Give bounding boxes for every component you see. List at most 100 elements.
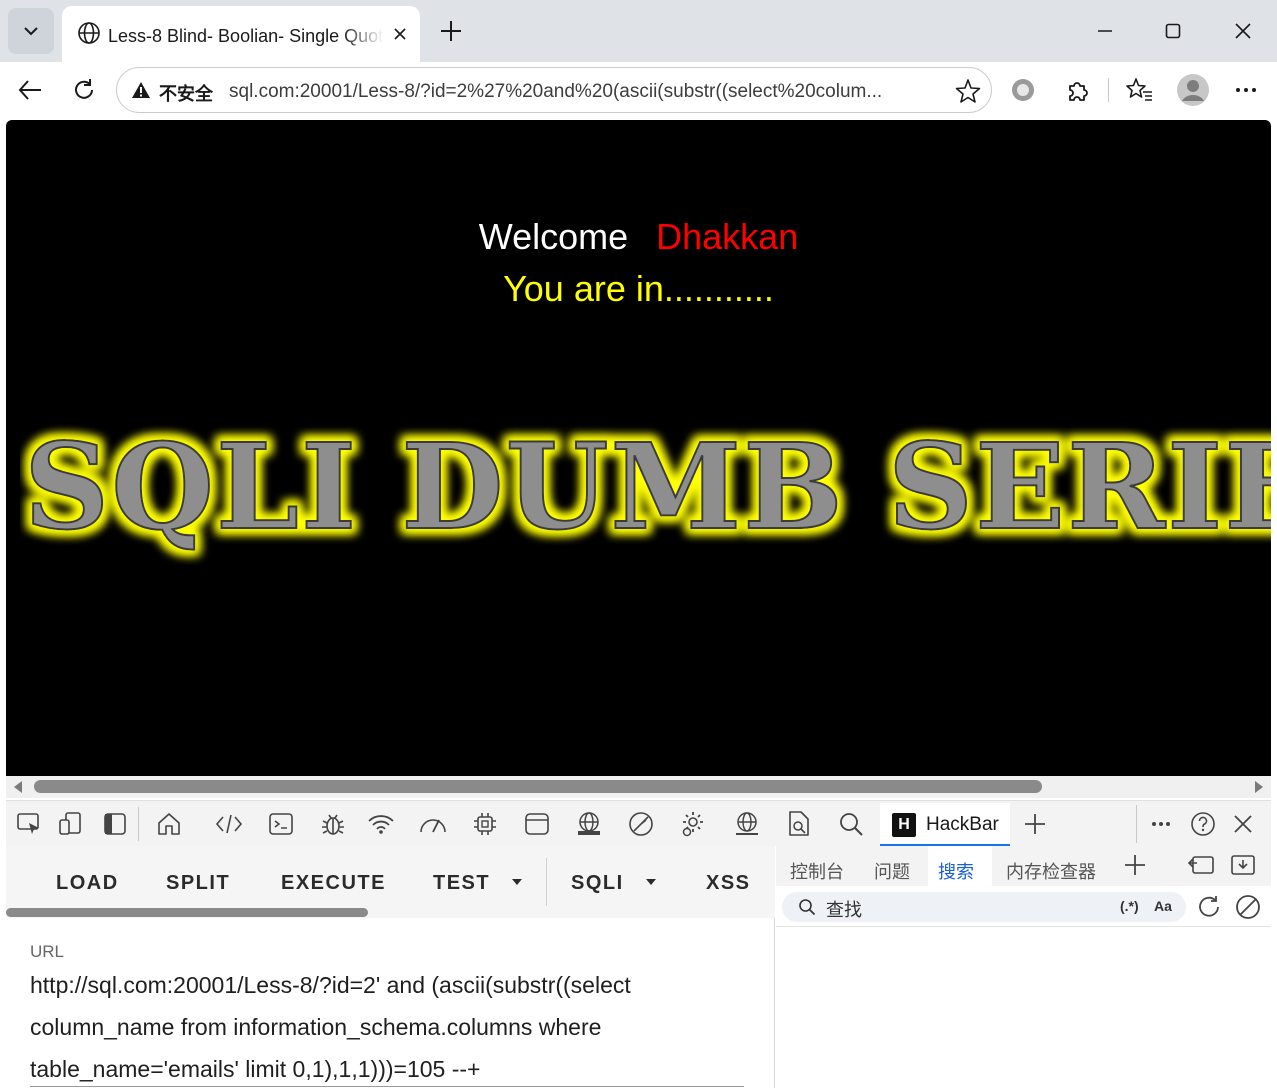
tab-memory-inspector[interactable]: 内存检查器	[1006, 858, 1096, 884]
maximize-icon	[1165, 23, 1181, 39]
hackbar-toolbar-scrollbar[interactable]	[6, 908, 368, 917]
tab-search[interactable]	[836, 809, 866, 839]
tab-sources[interactable]	[318, 809, 348, 839]
minimize-drawer-button[interactable]	[1228, 850, 1258, 880]
address-url[interactable]: sql.com:20001/Less-8/?id=2%27%20and%20(a…	[229, 81, 939, 103]
sqli-dumb-series-banner: SQLI DUMB SERIES	[23, 416, 1271, 557]
window-icon	[525, 813, 549, 835]
dock-side-button[interactable]	[100, 809, 130, 839]
wifi-icon	[368, 815, 394, 834]
tab-close-button[interactable]	[386, 20, 414, 48]
chevron-down-icon	[24, 27, 38, 36]
tab-application[interactable]	[522, 809, 552, 839]
tab-network-conditions[interactable]	[732, 809, 762, 839]
close-devtools-button[interactable]	[1228, 809, 1258, 839]
execute-button[interactable]: EXECUTE	[281, 872, 386, 895]
search-icon	[840, 813, 863, 836]
tab-lighthouse[interactable]	[626, 809, 656, 839]
add-drawer-tab-button[interactable]	[1120, 850, 1150, 880]
hackbar-logo: H	[892, 813, 916, 837]
maximize-button[interactable]	[1148, 12, 1198, 50]
bug-icon	[322, 814, 344, 835]
tab-security[interactable]	[574, 809, 604, 839]
not-secure-label[interactable]: 不安全	[159, 80, 213, 106]
scrollbar-thumb[interactable]	[34, 780, 1042, 793]
globe-network-icon	[736, 812, 758, 835]
inspect-element-button[interactable]	[14, 809, 44, 839]
regex-toggle[interactable]: (.*)	[1120, 898, 1139, 914]
favorites-button[interactable]	[1121, 72, 1157, 108]
test-dropdown-label: TEST	[433, 872, 491, 894]
console-icon	[269, 813, 293, 835]
drawer-divider	[776, 926, 1271, 927]
plus-icon	[441, 21, 461, 41]
device-emulation-button[interactable]	[56, 809, 86, 839]
scroll-left-arrow-icon[interactable]	[14, 781, 22, 793]
split-button[interactable]: SPLIT	[166, 872, 230, 895]
match-case-toggle[interactable]: Aa	[1154, 898, 1172, 914]
favorite-star-icon[interactable]	[955, 78, 981, 104]
globe-icon	[78, 22, 100, 44]
file-search-icon	[789, 811, 809, 836]
sqli-dropdown[interactable]: SQLI	[571, 872, 656, 895]
horizontal-scrollbar[interactable]	[6, 776, 1271, 798]
tab-welcome[interactable]	[154, 809, 184, 839]
reload-button[interactable]	[66, 72, 102, 108]
tab-search-drawer[interactable]: 搜索	[928, 846, 992, 886]
tab-list-button[interactable]	[8, 8, 54, 54]
tab-search-files[interactable]	[784, 809, 814, 839]
refresh-search-button[interactable]	[1194, 892, 1224, 922]
tab-elements[interactable]	[214, 809, 244, 839]
login-status-text: You are in...........	[503, 268, 774, 309]
search-placeholder: 查找	[826, 900, 862, 920]
more-tools-button[interactable]	[1020, 809, 1050, 839]
welcome-line: Welcome Dhakkan	[6, 216, 1271, 258]
load-button[interactable]: LOAD	[56, 872, 119, 895]
address-bar[interactable]: 不安全 sql.com:20001/Less-8/?id=2%27%20and%…	[116, 67, 992, 113]
more-horizontal-icon	[1152, 822, 1170, 826]
chip-icon	[474, 813, 496, 835]
hackbar-toolbar: LOAD SPLIT EXECUTE TEST SQLI XSS	[6, 846, 775, 918]
clear-search-button[interactable]	[1233, 892, 1263, 922]
tab-issues[interactable]: 问题	[874, 858, 910, 884]
close-window-button[interactable]	[1218, 12, 1268, 50]
customize-devtools-button[interactable]	[1146, 809, 1176, 839]
devtools-drawer: 控制台 问题 搜索 内存检查器 查找 (.*) Aa	[776, 846, 1271, 1088]
tab-settings-gear[interactable]	[678, 809, 708, 839]
gauge-slash-icon	[629, 812, 653, 836]
close-icon	[394, 28, 406, 40]
tab-console-drawer[interactable]: 控制台	[790, 858, 844, 884]
minimize-button[interactable]	[1080, 12, 1130, 50]
record-icon	[1012, 79, 1034, 101]
move-drawer-button[interactable]	[1186, 850, 1216, 880]
url-textarea[interactable]: http://sql.com:20001/Less-8/?id=2' and (…	[30, 964, 746, 1090]
arrow-left-icon	[18, 80, 41, 100]
profile-button[interactable]	[1175, 72, 1211, 108]
code-icon	[215, 814, 243, 834]
gear-search-icon	[682, 812, 703, 837]
help-button[interactable]	[1188, 809, 1218, 839]
search-field[interactable]: 查找 (.*) Aa	[782, 892, 1186, 922]
browser-tab[interactable]: Less-8 Blind- Boolian- Single Quotes	[62, 6, 420, 62]
test-dropdown[interactable]: TEST	[433, 872, 523, 895]
close-icon	[1234, 815, 1252, 833]
tab-search-label: 搜索	[938, 862, 974, 882]
hackbar-divider	[546, 858, 547, 906]
new-tab-button[interactable]	[434, 14, 468, 48]
settings-more-button[interactable]	[1228, 72, 1264, 108]
tab-performance[interactable]	[418, 809, 448, 839]
extension-circle-button[interactable]	[1005, 72, 1041, 108]
scroll-right-arrow-icon[interactable]	[1255, 781, 1263, 793]
tab-memory[interactable]	[470, 809, 500, 839]
extensions-button[interactable]	[1060, 72, 1096, 108]
puzzle-icon	[1069, 82, 1088, 101]
tab-console[interactable]	[266, 809, 296, 839]
back-button[interactable]	[12, 72, 48, 108]
more-horizontal-icon	[1236, 88, 1256, 92]
banner-text: SQLI DUMB SERIES	[24, 417, 1271, 556]
welcome-text: Welcome	[478, 216, 629, 257]
page-viewport: Welcome Dhakkan You are in........... SQL…	[6, 120, 1271, 776]
xss-dropdown[interactable]: XSS	[706, 872, 751, 895]
tab-network[interactable]	[366, 809, 396, 839]
tab-hackbar[interactable]: H HackBar	[880, 803, 1010, 847]
